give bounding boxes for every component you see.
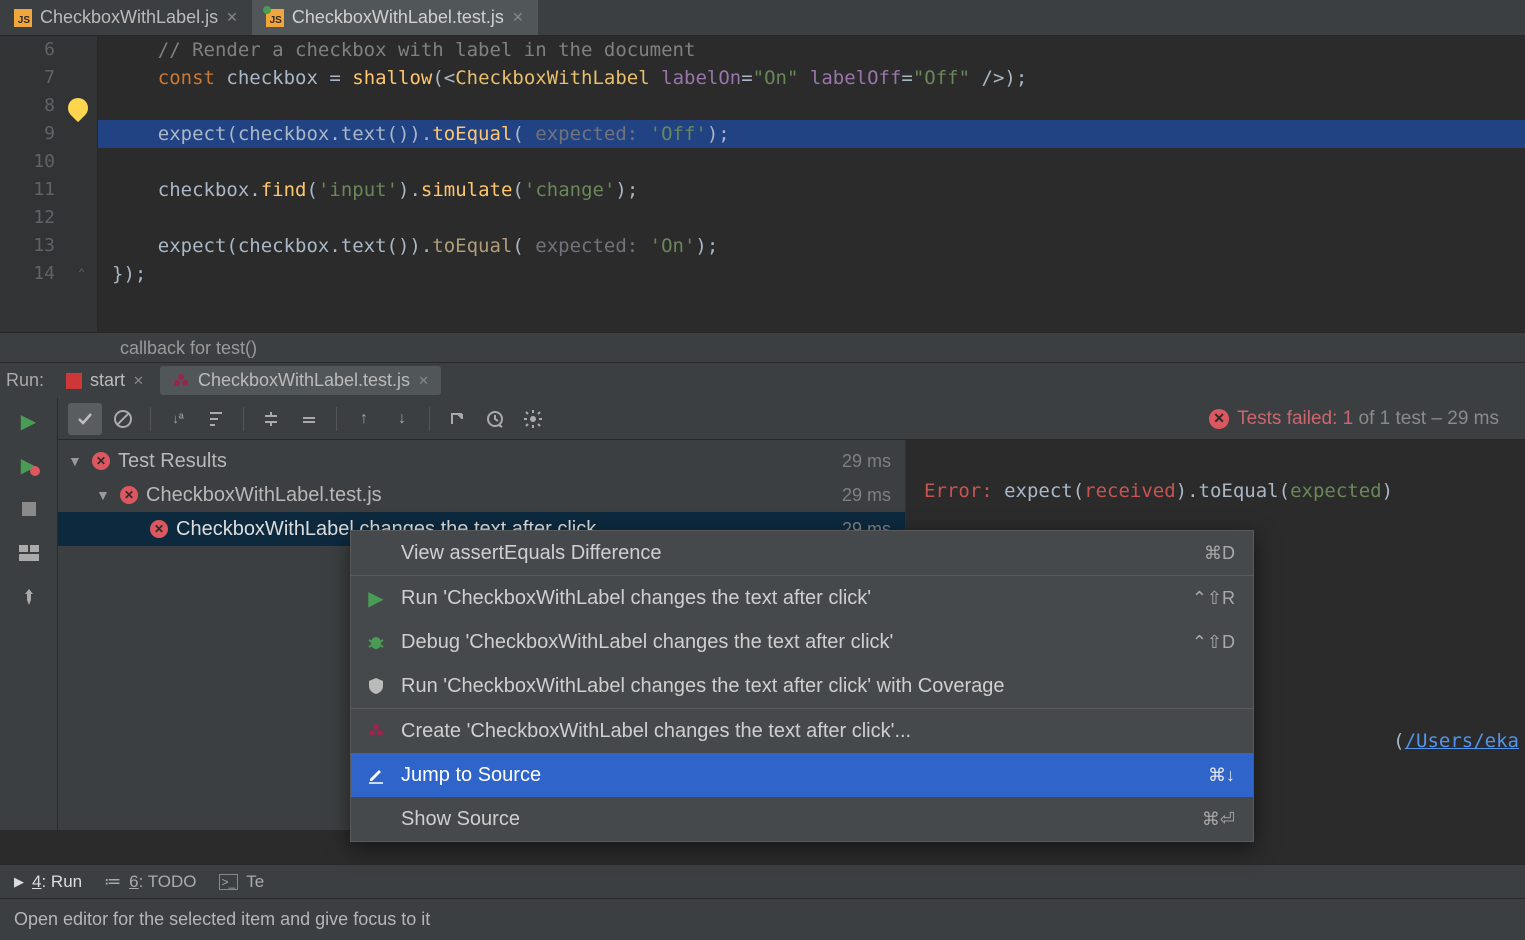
gutter: 678 91011 121314 ⌃ <box>0 36 98 332</box>
pin-button[interactable] <box>16 584 42 610</box>
highlighted-line: expect(checkbox.text()).toEqual( expecte… <box>98 120 1525 148</box>
run-tab-start[interactable]: start ✕ <box>54 366 156 395</box>
debug-icon <box>365 633 387 651</box>
editor-tab-bar: JS CheckboxWithLabel.js ✕ JS CheckboxWit… <box>0 0 1525 36</box>
fold-icon[interactable]: ⌃ <box>78 266 85 280</box>
close-icon[interactable]: ✕ <box>512 9 524 26</box>
collapse-all-button[interactable] <box>292 403 326 435</box>
chevron-down-icon[interactable]: ▼ <box>96 487 112 503</box>
tree-root[interactable]: ▼ ✕ Test Results 29 ms <box>58 444 905 478</box>
code-view[interactable]: // Render a checkbox with label in the d… <box>98 36 1525 288</box>
jest-icon <box>365 722 387 740</box>
ctx-coverage[interactable]: Run 'CheckboxWithLabel changes the text … <box>351 664 1253 708</box>
tree-suite[interactable]: ▼ ✕ CheckboxWithLabel.test.js 29 ms <box>58 478 905 512</box>
next-failed-button[interactable]: ↓ <box>385 403 419 435</box>
fail-icon: ✕ <box>1209 409 1229 429</box>
ctx-debug[interactable]: Debug 'CheckboxWithLabel changes the tex… <box>351 620 1253 664</box>
run-sidebar: ▶ ▶ <box>0 398 58 830</box>
show-disabled-button[interactable] <box>106 403 140 435</box>
run-icon: ▶ <box>365 586 387 611</box>
close-icon[interactable]: ✕ <box>418 373 429 389</box>
show-passed-button[interactable] <box>68 403 102 435</box>
settings-button[interactable] <box>516 403 550 435</box>
history-button[interactable] <box>478 403 512 435</box>
fail-icon: ✕ <box>120 486 138 504</box>
run-tab-test[interactable]: CheckboxWithLabel.test.js ✕ <box>160 366 441 395</box>
chevron-down-icon[interactable]: ▼ <box>68 453 84 469</box>
editor-tab-source[interactable]: JS CheckboxWithLabel.js ✕ <box>0 0 252 35</box>
expand-all-button[interactable] <box>254 403 288 435</box>
tool-window-tabs: ▶ 4: Run ≔ 6: TODO >_ Te <box>0 864 1525 898</box>
ctx-run[interactable]: ▶ Run 'CheckboxWithLabel changes the tex… <box>351 576 1253 620</box>
tool-tab-run[interactable]: ▶ 4: Run <box>14 872 82 892</box>
file-link[interactable]: /Users/eka <box>1405 730 1519 752</box>
fail-icon: ✕ <box>150 520 168 538</box>
rerun-button[interactable]: ▶ <box>16 408 42 434</box>
prev-failed-button[interactable]: ↑ <box>347 403 381 435</box>
tab-label: CheckboxWithLabel.test.js <box>292 7 504 28</box>
stop-button[interactable] <box>16 496 42 522</box>
ctx-create[interactable]: Create 'CheckboxWithLabel changes the te… <box>351 709 1253 753</box>
ctx-show-source[interactable]: Show Source ⌘⏎ <box>351 797 1253 841</box>
toggle-autotest-button[interactable]: ▶ <box>16 452 42 478</box>
tool-tab-terminal[interactable]: >_ Te <box>219 872 265 892</box>
layout-button[interactable] <box>16 540 42 566</box>
sort-alpha-button[interactable]: ↓ª <box>161 403 195 435</box>
status-bar: Open editor for the selected item and gi… <box>0 898 1525 940</box>
npm-icon <box>66 373 82 389</box>
ctx-jump-to-source[interactable]: Jump to Source ⌘↓ <box>351 753 1253 797</box>
run-tab-bar: Run: start ✕ CheckboxWithLabel.test.js ✕ <box>0 362 1525 398</box>
test-toolbar: ↓ª ↑ ↓ ✕ <box>58 398 1525 440</box>
edit-icon <box>365 766 387 784</box>
js-test-file-icon: JS <box>266 9 284 27</box>
fail-icon: ✕ <box>92 452 110 470</box>
breadcrumb[interactable]: callback for test() <box>0 332 1525 362</box>
coverage-icon <box>365 677 387 695</box>
test-status: ✕ Tests failed: 1 of 1 test – 29 ms <box>1209 408 1515 430</box>
run-label: Run: <box>6 370 44 391</box>
close-icon[interactable]: ✕ <box>226 9 238 26</box>
ctx-view-diff[interactable]: View assertEquals Difference ⌘D <box>351 531 1253 575</box>
tab-label: CheckboxWithLabel.js <box>40 7 218 28</box>
sort-duration-button[interactable] <box>199 403 233 435</box>
context-menu: View assertEquals Difference ⌘D ▶ Run 'C… <box>350 530 1254 842</box>
tool-tab-todo[interactable]: ≔ 6: TODO <box>104 872 196 892</box>
export-button[interactable] <box>440 403 474 435</box>
editor-tab-test[interactable]: JS CheckboxWithLabel.test.js ✕ <box>252 0 538 35</box>
js-file-icon: JS <box>14 9 32 27</box>
editor[interactable]: 678 91011 121314 ⌃ // Render a checkbox … <box>0 36 1525 332</box>
jest-icon <box>172 372 190 390</box>
close-icon[interactable]: ✕ <box>133 373 144 389</box>
